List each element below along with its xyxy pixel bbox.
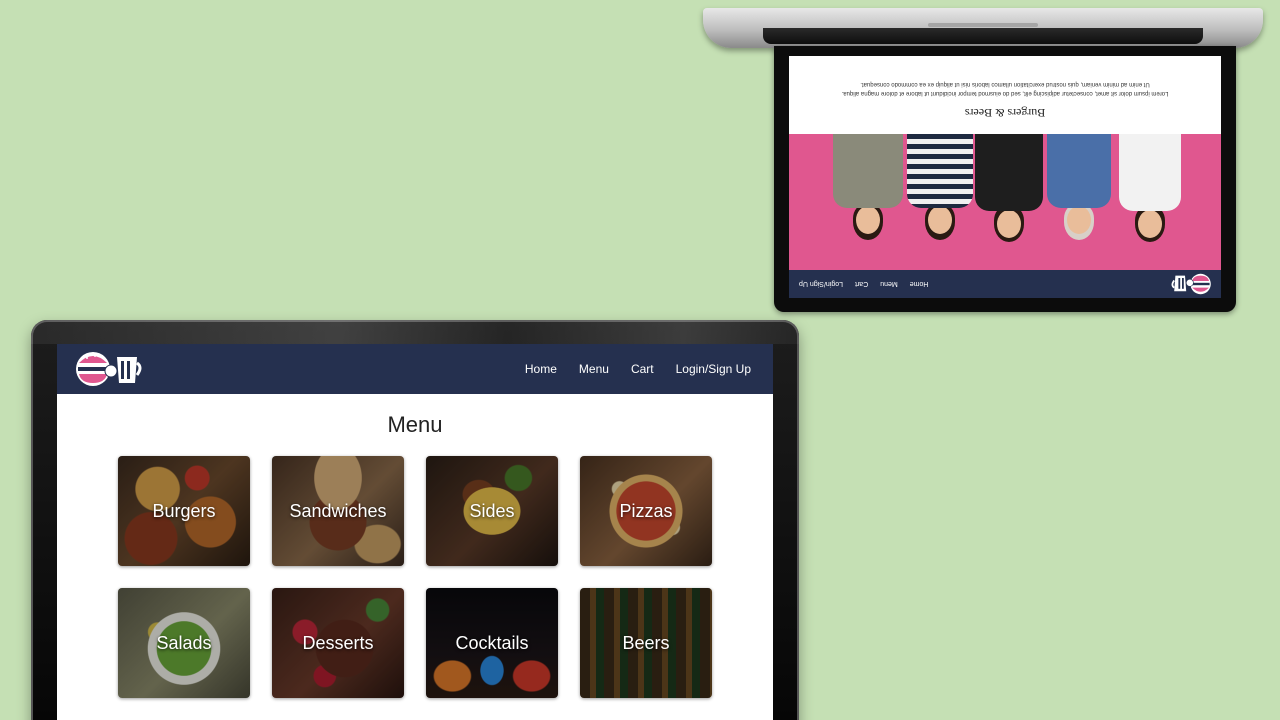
burger-beer-logo-icon [76, 352, 142, 386]
hero-person [1119, 134, 1181, 258]
mirrored-nav-home[interactable]: Home [910, 281, 929, 288]
navbar: Home Menu Cart Login/Sign Up [57, 344, 773, 394]
category-card-cocktails[interactable]: Cocktails [426, 588, 558, 698]
burger-beer-logo-icon [1171, 273, 1211, 295]
mirrored-nav-cart[interactable]: Cart [855, 281, 868, 288]
category-label: Desserts [302, 632, 374, 653]
hero-image-group-people [789, 134, 1221, 270]
nav-links: Home Menu Cart Login/Sign Up [525, 362, 751, 376]
category-label: Cocktails [455, 632, 529, 653]
hero-person [975, 134, 1043, 258]
category-label: Burgers [152, 500, 216, 521]
intro-text-line: Ut enim ad minim veniam, quis nostrud ex… [860, 81, 1150, 87]
category-card-sandwiches[interactable]: Sandwiches [272, 456, 404, 566]
category-card-salads[interactable]: Salads [118, 588, 250, 698]
category-label: Salads [156, 632, 212, 653]
category-card-sides[interactable]: Sides [426, 456, 558, 566]
large-laptop-mockup: Home Menu Cart Login/Sign Up Menu Burger… [31, 320, 799, 720]
mirrored-nav-menu[interactable]: Menu [880, 281, 898, 288]
category-card-burgers[interactable]: Burgers [118, 456, 250, 566]
small-laptop-mockup: Home Menu Cart Login/Sign Up Burgers & B… [703, 0, 1263, 316]
bezel-reflection [31, 320, 799, 344]
lid-notch [928, 23, 1038, 27]
category-label: Sides [469, 500, 515, 521]
website-screen: Home Menu Cart Login/Sign Up Menu Burger… [57, 344, 773, 720]
site-logo[interactable] [73, 349, 145, 389]
intro-title: Burgers & Beers [964, 106, 1046, 120]
small-laptop-bezel: Home Menu Cart Login/Sign Up Burgers & B… [774, 46, 1236, 312]
category-card-beers[interactable]: Beers [580, 588, 712, 698]
hero-person [1047, 134, 1111, 254]
mirrored-navbar: Home Menu Cart Login/Sign Up [789, 270, 1221, 298]
intro-text-line: Lorem ipsum dolor sit amet, consectetur … [841, 90, 1169, 96]
menu-category-grid: Burgers Sandwiches Sides Pizzas Salads D… [118, 456, 712, 698]
mirrored-nav-links: Home Menu Cart Login/Sign Up [799, 281, 928, 288]
mirrored-website-screen: Home Menu Cart Login/Sign Up Burgers & B… [789, 56, 1221, 298]
category-card-desserts[interactable]: Desserts [272, 588, 404, 698]
nav-menu[interactable]: Menu [579, 362, 609, 376]
nav-cart[interactable]: Cart [631, 362, 654, 376]
mirrored-logo[interactable] [1169, 272, 1213, 296]
category-label: Beers [622, 632, 670, 653]
intro-section: Burgers & Beers Lorem ipsum dolor sit am… [789, 65, 1221, 134]
nav-login-signup[interactable]: Login/Sign Up [676, 362, 751, 376]
mirrored-nav-login[interactable]: Login/Sign Up [799, 281, 843, 288]
category-card-pizzas[interactable]: Pizzas [580, 456, 712, 566]
page-title: Menu [387, 412, 443, 437]
hero-person [907, 134, 973, 254]
hero-person [833, 134, 903, 254]
category-label: Pizzas [619, 500, 673, 521]
nav-home[interactable]: Home [525, 362, 557, 376]
keyboard-strip [763, 28, 1203, 44]
category-label: Sandwiches [289, 500, 387, 521]
